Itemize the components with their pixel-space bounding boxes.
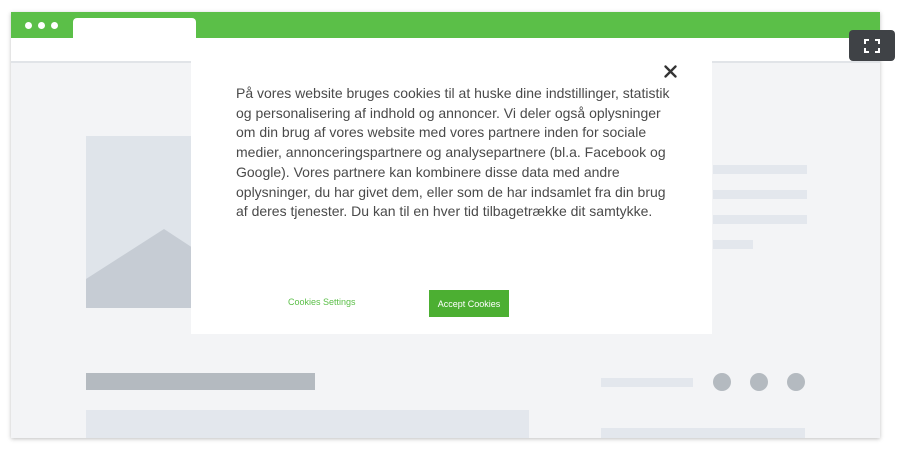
circle-placeholder	[787, 373, 805, 391]
heading-placeholder	[86, 373, 315, 390]
cookie-consent-dialog: På vores website bruges cookies til at h…	[191, 48, 712, 334]
accept-cookies-button[interactable]: Accept Cookies	[429, 290, 509, 317]
circle-placeholder	[750, 373, 768, 391]
window-dot-icon	[51, 22, 58, 29]
browser-tab	[73, 18, 196, 40]
content-block-placeholder	[86, 410, 529, 438]
fullscreen-icon	[864, 38, 880, 53]
close-icon	[663, 64, 677, 78]
text-line-placeholder	[713, 240, 753, 249]
text-line-placeholder	[601, 428, 805, 438]
text-line-placeholder	[713, 190, 807, 199]
mountain-icon	[86, 229, 196, 308]
circle-placeholder	[713, 373, 731, 391]
text-line-placeholder	[713, 215, 807, 224]
cookies-settings-link[interactable]: Cookies Settings	[288, 297, 356, 307]
window-dot-icon	[25, 22, 32, 29]
text-line-placeholder	[601, 378, 693, 387]
browser-title-bar	[11, 12, 880, 40]
text-line-placeholder	[713, 165, 807, 174]
image-placeholder	[86, 136, 196, 308]
window-controls	[25, 22, 58, 29]
cookie-message: På vores website bruges cookies til at h…	[236, 85, 670, 220]
fullscreen-button[interactable]	[849, 30, 895, 61]
close-button[interactable]	[659, 60, 681, 82]
window-dot-icon	[38, 22, 45, 29]
